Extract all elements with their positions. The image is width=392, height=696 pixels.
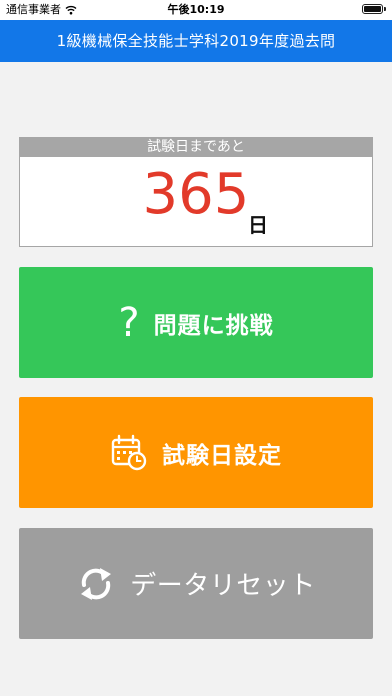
battery-icon: [362, 4, 386, 14]
reset-button[interactable]: データリセット: [19, 528, 373, 639]
status-bar: 通信事業者 午後10:19: [0, 0, 392, 20]
countdown-body: 365 日: [20, 157, 372, 246]
countdown-panel: 試験日まであと 365 日: [19, 137, 373, 247]
challenge-button-label: 問題に挑戦: [153, 312, 274, 339]
countdown-unit: 日: [248, 213, 268, 237]
page-title: 1級機械保全技能士学科2019年度過去問: [56, 32, 336, 50]
nav-bar: 1級機械保全技能士学科2019年度過去問: [0, 20, 392, 62]
countdown-days: 365: [142, 162, 250, 227]
question-mark-icon: ?: [118, 299, 140, 346]
status-time: 午後10:19: [167, 3, 225, 16]
countdown-header: 試験日まであと: [20, 138, 372, 157]
refresh-icon: [76, 564, 116, 604]
calendar-clock-icon: [110, 434, 148, 472]
exam-date-button[interactable]: 試験日設定: [19, 397, 373, 508]
challenge-button[interactable]: ? 問題に挑戦: [19, 267, 373, 378]
exam-date-button-label: 試験日設定: [162, 442, 282, 469]
reset-button-label: データリセット: [130, 571, 316, 601]
